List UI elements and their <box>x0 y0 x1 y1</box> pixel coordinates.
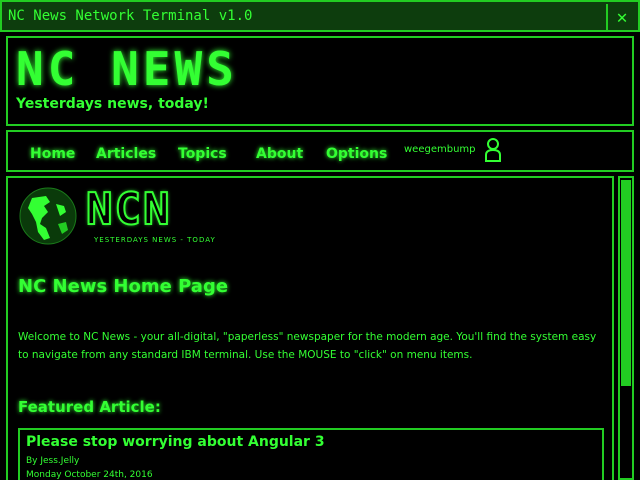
username-label[interactable]: weegembump <box>404 144 476 155</box>
article-author: By Jess.Jelly <box>26 456 80 466</box>
welcome-text: Welcome to NC News - your all-digital, "… <box>18 331 597 361</box>
nav-item-articles[interactable]: Articles <box>96 146 156 162</box>
title-bar: NC News Network Terminal v1.0 ✕ <box>0 0 640 32</box>
close-button[interactable]: ✕ <box>606 4 636 30</box>
site-tagline: Yesterdays news, today! <box>16 96 209 112</box>
featured-article-card[interactable]: Please stop worrying about Angular 3 By … <box>18 428 604 480</box>
nav-item-topics[interactable]: Topics <box>178 146 227 162</box>
featured-heading: Featured Article: <box>18 398 161 416</box>
main-content: NCN YESTERDAYS NEWS - TODAY NC News Home… <box>6 176 614 480</box>
window-title: NC News Network Terminal v1.0 <box>8 8 253 24</box>
globe-icon <box>19 187 77 245</box>
scrollbar-thumb[interactable] <box>621 180 631 386</box>
nav-item-options[interactable]: Options <box>326 146 387 162</box>
article-title[interactable]: Please stop worrying about Angular 3 <box>26 434 325 450</box>
vertical-scrollbar[interactable] <box>618 176 634 480</box>
article-date: Monday October 24th, 2016 <box>26 470 153 480</box>
main-nav: Home Articles Topics About Options weege… <box>6 130 634 172</box>
site-header: NC NEWS Yesterdays news, today! <box>6 36 634 126</box>
nav-item-home[interactable]: Home <box>30 146 75 162</box>
site-logo[interactable]: NC NEWS <box>16 42 238 96</box>
ncn-subtitle: YESTERDAYS NEWS - TODAY <box>94 236 216 244</box>
ncn-logo: NCN <box>85 183 172 236</box>
user-icon[interactable] <box>484 138 502 162</box>
close-icon: ✕ <box>616 6 628 28</box>
nav-item-about[interactable]: About <box>256 146 303 162</box>
page-title: NC News Home Page <box>18 276 229 297</box>
